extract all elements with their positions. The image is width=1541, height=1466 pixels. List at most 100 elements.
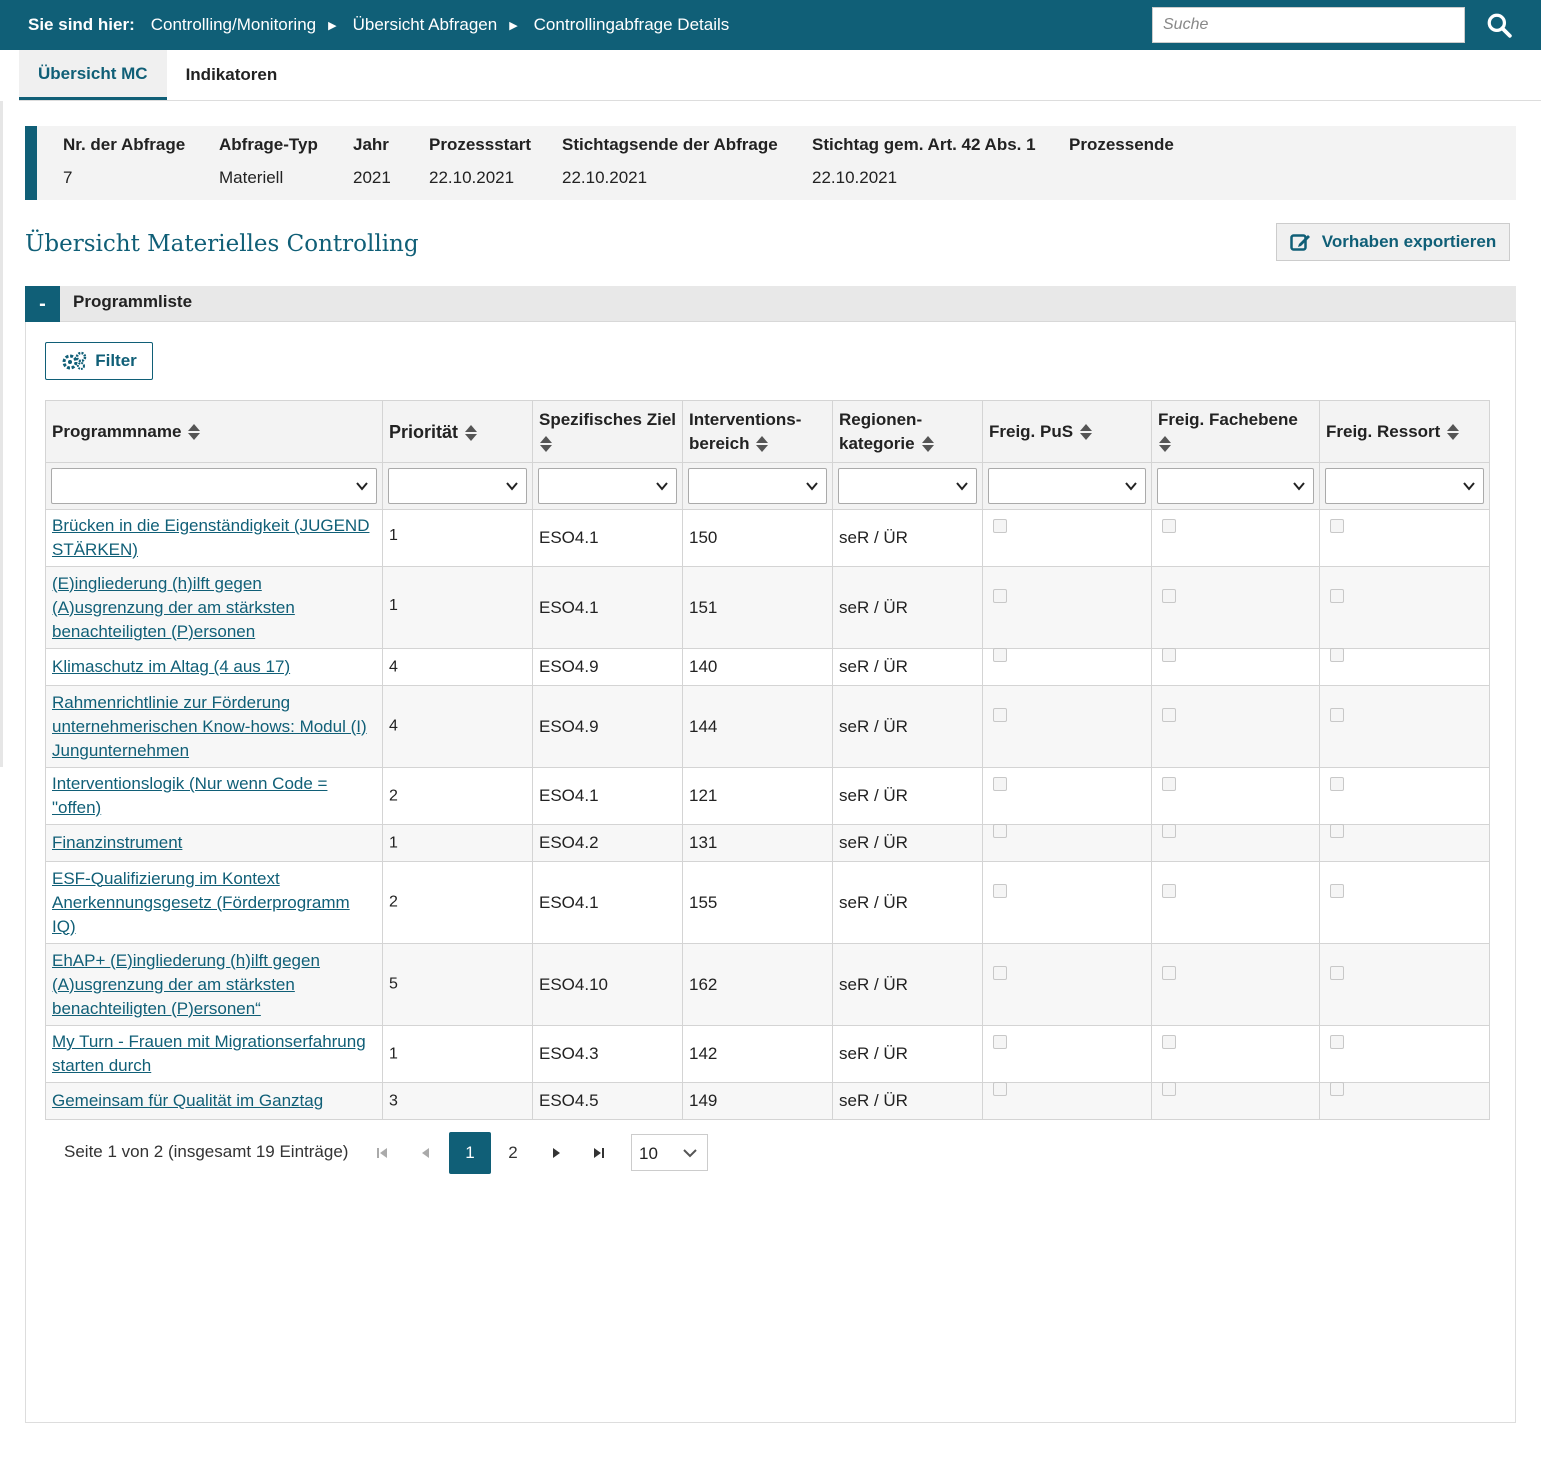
freig-fachebene-checkbox[interactable]	[1162, 777, 1176, 791]
freig-pus-checkbox[interactable]	[993, 1035, 1007, 1049]
filter-select-pus[interactable]	[988, 468, 1146, 504]
program-link[interactable]: Brücken in die Eigenständigkeit (JUGEND …	[52, 516, 369, 559]
freig-pus-checkbox[interactable]	[993, 519, 1007, 533]
freig-fachebene-checkbox[interactable]	[1162, 707, 1176, 722]
program-link[interactable]: Interventionslogik (Nur wenn Code = "off…	[52, 774, 327, 817]
col-header-regionenkategorie[interactable]: Regionen-kategorie	[832, 400, 983, 463]
info-value: 7	[63, 168, 73, 187]
freig-ressort-checkbox[interactable]	[1330, 777, 1344, 791]
search-input[interactable]	[1152, 7, 1465, 43]
filter-select-bereich[interactable]	[688, 468, 827, 504]
bereich-value: 150	[682, 509, 833, 567]
freig-ressort-checkbox[interactable]	[1330, 707, 1344, 722]
breadcrumb-item-controlling[interactable]: Controlling/Monitoring	[151, 15, 316, 35]
freig-ressort-checkbox[interactable]	[1330, 965, 1344, 980]
region-value: seR / ÜR	[832, 824, 983, 862]
page-button-2[interactable]: 2	[492, 1132, 534, 1174]
freig-pus-checkbox[interactable]	[993, 883, 1007, 898]
info-col-nr: Nr. der Abfrage 7	[63, 134, 185, 188]
freig-fachebene-checkbox[interactable]	[1162, 1082, 1176, 1096]
freig-fachebene-checkbox[interactable]	[1162, 519, 1176, 533]
freig-ressort-checkbox[interactable]	[1330, 1035, 1344, 1049]
sort-icon[interactable]	[187, 422, 201, 442]
col-header-freig-ressort[interactable]: Freig. Ressort	[1319, 400, 1490, 463]
freig-ressort-checkbox[interactable]	[1330, 1082, 1344, 1096]
export-button[interactable]: Vorhaben exportieren	[1276, 223, 1510, 261]
sort-icon[interactable]	[1158, 434, 1172, 454]
info-value: Materiell	[219, 168, 284, 187]
freig-fachebene-checkbox[interactable]	[1162, 648, 1176, 662]
tab-uebersicht-mc[interactable]: Übersicht MC	[19, 50, 167, 100]
freig-fachebene-checkbox[interactable]	[1162, 965, 1176, 980]
ziel-value: ESO4.3	[532, 1025, 683, 1083]
freig-pus-checkbox[interactable]	[993, 707, 1007, 722]
freig-ressort-checkbox[interactable]	[1330, 883, 1344, 898]
left-divider	[0, 101, 3, 767]
col-header-interventionsbereich[interactable]: Interventions-bereich	[682, 400, 833, 463]
freig-ressort-checkbox[interactable]	[1330, 519, 1344, 533]
first-page-icon[interactable]	[371, 1132, 393, 1174]
col-header-spezifisches-ziel[interactable]: Spezifisches Ziel	[532, 400, 683, 463]
collapse-toggle-button[interactable]: -	[25, 286, 60, 322]
ziel-value: ESO4.9	[532, 685, 683, 768]
sort-icon[interactable]	[464, 423, 478, 443]
freig-pus-checkbox[interactable]	[993, 777, 1007, 791]
freig-pus-checkbox[interactable]	[993, 588, 1007, 603]
query-info-panel: Nr. der Abfrage 7 Abfrage-Typ Materiell …	[25, 126, 1516, 200]
program-link[interactable]: Rahmenrichtlinie zur Förderung unternehm…	[52, 693, 367, 760]
freig-pus-checkbox[interactable]	[993, 824, 1007, 838]
sort-icon[interactable]	[539, 434, 553, 454]
edit-icon	[1290, 234, 1310, 251]
col-header-programmname[interactable]: Programmname	[45, 400, 383, 463]
breadcrumb-item-uebersicht[interactable]: Übersicht Abfragen	[353, 15, 498, 35]
program-link[interactable]: My Turn - Frauen mit Migrationserfahrung…	[52, 1032, 366, 1075]
filter-select-fachebene[interactable]	[1157, 468, 1314, 504]
page-size-select[interactable]: 10	[631, 1134, 708, 1171]
program-link[interactable]: ESF-Qualifizierung im Kontext Anerkennun…	[52, 869, 350, 936]
filter-select-programmname[interactable]	[51, 468, 377, 504]
tab-indikatoren[interactable]: Indikatoren	[167, 50, 297, 100]
programmliste-header: - Programmliste	[25, 286, 1516, 322]
freig-ressort-checkbox[interactable]	[1330, 588, 1344, 603]
freig-fachebene-checkbox[interactable]	[1162, 588, 1176, 603]
col-header-prioritaet[interactable]: Priorität	[382, 400, 533, 463]
program-table: Programmname Priorität Spezifisches Ziel…	[45, 400, 1490, 1120]
program-link[interactable]: Finanzinstrument	[52, 833, 182, 852]
freig-pus-checkbox[interactable]	[993, 1082, 1007, 1096]
prev-page-icon[interactable]	[415, 1132, 437, 1174]
freig-fachebene-checkbox[interactable]	[1162, 824, 1176, 838]
breadcrumb-item-details: Controllingabfrage Details	[533, 15, 730, 34]
program-link[interactable]: Gemeinsam für Qualität im Ganztag	[52, 1091, 323, 1110]
freig-ressort-checkbox[interactable]	[1330, 648, 1344, 662]
program-link[interactable]: (E)ingliederung (h)ilft gegen (A)usgrenz…	[52, 574, 295, 641]
info-header: Jahr	[353, 135, 389, 154]
region-value: seR / ÜR	[832, 1082, 983, 1120]
program-link[interactable]: EhAP+ (E)ingliederung (h)ilft gegen (A)u…	[52, 951, 320, 1018]
filter-select-ziel[interactable]	[538, 468, 677, 504]
export-button-label: Vorhaben exportieren	[1321, 232, 1497, 251]
freig-pus-checkbox[interactable]	[993, 648, 1007, 662]
filter-select-ressort[interactable]	[1325, 468, 1484, 504]
filter-select-prioritaet[interactable]	[388, 468, 527, 504]
table-row: Rahmenrichtlinie zur Förderung unternehm…	[45, 685, 1490, 768]
last-page-icon[interactable]	[588, 1132, 610, 1174]
freig-fachebene-checkbox[interactable]	[1162, 1035, 1176, 1049]
search-icon[interactable]	[1486, 12, 1512, 38]
col-header-freig-pus[interactable]: Freig. PuS	[982, 400, 1152, 463]
filter-select-region[interactable]	[838, 468, 977, 504]
freig-ressort-checkbox[interactable]	[1330, 824, 1344, 838]
page-button-1[interactable]: 1	[449, 1132, 491, 1174]
filter-button[interactable]: Filter	[45, 342, 153, 380]
next-page-icon[interactable]	[545, 1132, 567, 1174]
freig-fachebene-checkbox[interactable]	[1162, 883, 1176, 898]
col-header-freig-fachebene[interactable]: Freig. Fachebene	[1151, 400, 1320, 463]
sort-icon[interactable]	[755, 434, 769, 454]
region-value: seR / ÜR	[832, 509, 983, 567]
program-link[interactable]: Klimaschutz im Altag (4 aus 17)	[52, 657, 290, 676]
pagination-info: Seite 1 von 2 (insgesamt 19 Einträge)	[64, 1142, 349, 1161]
freig-pus-checkbox[interactable]	[993, 965, 1007, 980]
sort-icon[interactable]	[921, 434, 935, 454]
ziel-value: ESO4.5	[532, 1082, 683, 1120]
sort-icon[interactable]	[1446, 422, 1460, 442]
sort-icon[interactable]	[1079, 422, 1093, 442]
